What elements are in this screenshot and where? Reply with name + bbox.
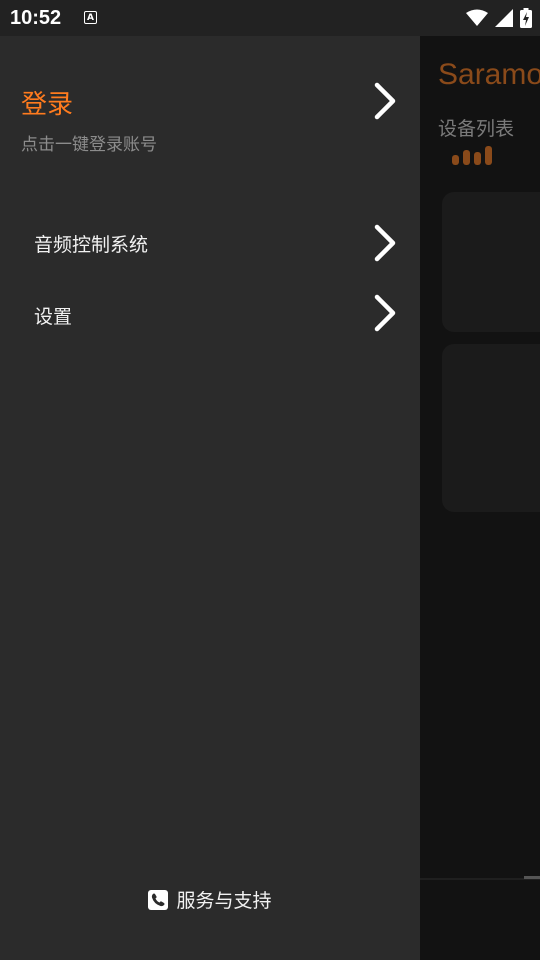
menu-item-label: 设置 — [34, 306, 73, 328]
bg-device-list-label: 设备列表 — [438, 118, 515, 140]
battery-charging-icon — [520, 8, 532, 28]
service-support-link[interactable]: 服务与支持 — [0, 886, 420, 913]
system-icons — [466, 8, 532, 28]
bg-tab-indicator — [524, 876, 540, 879]
chevron-right-icon — [374, 82, 396, 120]
service-support-label: 服务与支持 — [176, 890, 272, 912]
wifi-icon — [466, 9, 488, 26]
menu-item-audio-control[interactable]: 音频控制系统 — [0, 208, 420, 278]
menu-item-settings[interactable]: 设置 — [0, 280, 420, 350]
menu-item-label: 音频控制系统 — [34, 234, 149, 256]
navigation-drawer: 登录 点击一键登录账号 音频控制系统 设置 服务与支持 — [0, 36, 420, 960]
chevron-right-icon — [374, 294, 396, 332]
bg-bottom-divider — [420, 878, 540, 880]
bg-device-card — [442, 344, 540, 512]
background-app: Saramo 设备列表 — [420, 36, 540, 960]
login-subtitle: 点击一键登录账号 — [21, 135, 157, 155]
login-title: 登录 — [21, 90, 74, 120]
status-bar: 10:52 A — [0, 0, 540, 36]
bg-app-title: Saramo — [438, 58, 540, 91]
bg-device-card — [442, 192, 540, 332]
signal-icon — [495, 9, 513, 27]
status-time: 10:52 — [10, 7, 62, 29]
login-row[interactable]: 登录 点击一键登录账号 — [0, 66, 420, 166]
phone-icon — [148, 889, 169, 910]
notification-a-icon: A — [84, 11, 97, 24]
loading-bars-icon — [452, 146, 492, 165]
chevron-right-icon — [374, 224, 396, 262]
